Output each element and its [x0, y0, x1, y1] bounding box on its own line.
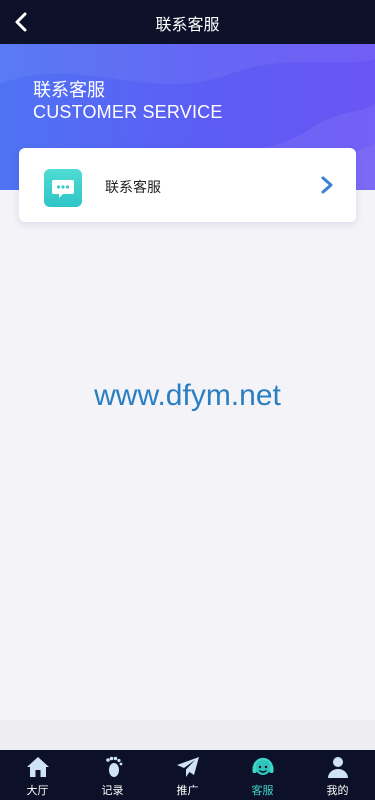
top-nav-bar: 联系客服: [0, 0, 375, 44]
tab-label: 我的: [326, 784, 349, 797]
tab-label: 推广: [176, 784, 199, 797]
page-title: 联系客服: [155, 15, 220, 34]
paper-plane-icon: [176, 757, 199, 777]
footer-strip: [0, 720, 375, 750]
user-icon: [327, 757, 348, 778]
tab-label: 记录: [101, 784, 124, 797]
headset-icon: [252, 757, 273, 775]
tab-label: 大厅: [26, 784, 49, 797]
tab-profile[interactable]: 我的: [300, 750, 375, 800]
watermark-text: www.dfym.net: [94, 379, 281, 412]
banner-subtitle: CUSTOMER SERVICE: [33, 102, 223, 122]
tab-customer-service[interactable]: 客服: [225, 750, 300, 800]
tab-promote[interactable]: 推广: [150, 750, 225, 800]
home-icon: [26, 757, 49, 777]
chevron-right-icon: [321, 176, 333, 194]
footprint-icon: [105, 756, 122, 777]
tab-lobby[interactable]: 大厅: [0, 750, 75, 800]
item-label: 联系客服: [105, 180, 161, 196]
customer-service-item[interactable]: 联系客服: [19, 148, 356, 222]
chat-bubble-icon: [44, 169, 82, 207]
bottom-tab-bar: 大厅 记录 推广 客服 我的: [0, 750, 375, 800]
banner-title: 联系客服: [33, 80, 105, 101]
tab-records[interactable]: 记录: [75, 750, 150, 800]
tab-label: 客服: [251, 784, 274, 797]
